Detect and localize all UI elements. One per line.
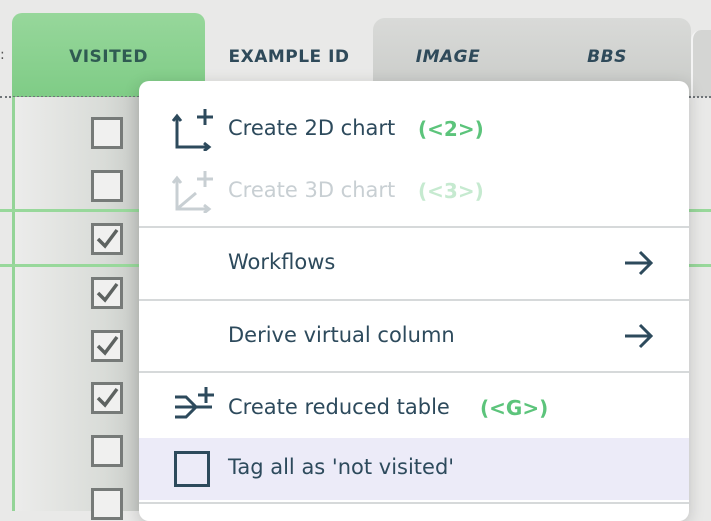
check-icon (96, 335, 119, 356)
menu-item-label: Workflows (228, 250, 336, 274)
menu-item-label: Create 2D chart (228, 116, 396, 140)
visited-checkbox-row-8[interactable] (91, 488, 123, 520)
menu-item-label: Create 3D chart (228, 178, 396, 202)
menu-item-label: Create reduced table (228, 395, 450, 419)
visited-checkbox-row-7[interactable] (91, 435, 123, 467)
menu-separator (139, 502, 689, 504)
menu-separator (139, 226, 689, 228)
context-menu: Create 2D chart (<2>) Create 3D chart (<… (139, 81, 689, 521)
menu-item-tag-all-not-visited[interactable]: Tag all as 'not visited' (139, 438, 689, 500)
menu-item-create-reduced-table[interactable]: Create reduced table (<G>) (139, 381, 689, 437)
menu-item-create-3d-chart: Create 3D chart (<3>) (139, 163, 689, 219)
check-icon (96, 387, 119, 408)
menu-item-workflows[interactable]: Workflows (139, 236, 689, 292)
visited-checkbox-row-5[interactable] (91, 330, 123, 362)
check-icon (96, 282, 119, 303)
menu-item-label: Tag all as 'not visited' (228, 455, 455, 479)
menu-item-create-2d-chart[interactable]: Create 2D chart (<2>) (139, 101, 689, 157)
menu-item-derive-virtual-column[interactable]: Derive virtual column (139, 309, 689, 365)
column-header-next[interactable] (691, 30, 711, 97)
menu-separator (139, 371, 689, 373)
arrow-right-icon (625, 250, 654, 276)
checkbox-unchecked-icon (174, 451, 210, 487)
menu-item-shortcut: (<G>) (480, 396, 549, 420)
visited-checkbox-row-1[interactable] (91, 117, 123, 149)
arrow-right-icon (625, 323, 654, 349)
visited-checkbox-row-3[interactable] (91, 223, 123, 255)
chart-2d-icon (172, 109, 213, 151)
check-icon (96, 228, 119, 249)
menu-separator (139, 299, 689, 301)
visited-checkbox-row-2[interactable] (91, 170, 123, 202)
visited-checkbox-row-6[interactable] (91, 382, 123, 414)
menu-item-shortcut: (<2>) (418, 117, 484, 141)
reduce-table-icon (175, 387, 214, 419)
column-edge-mark: : (0, 47, 5, 63)
chart-3d-icon (172, 171, 213, 213)
menu-item-label: Derive virtual column (228, 323, 455, 347)
menu-item-shortcut: (<3>) (418, 179, 484, 203)
visited-checkbox-row-4[interactable] (91, 277, 123, 309)
